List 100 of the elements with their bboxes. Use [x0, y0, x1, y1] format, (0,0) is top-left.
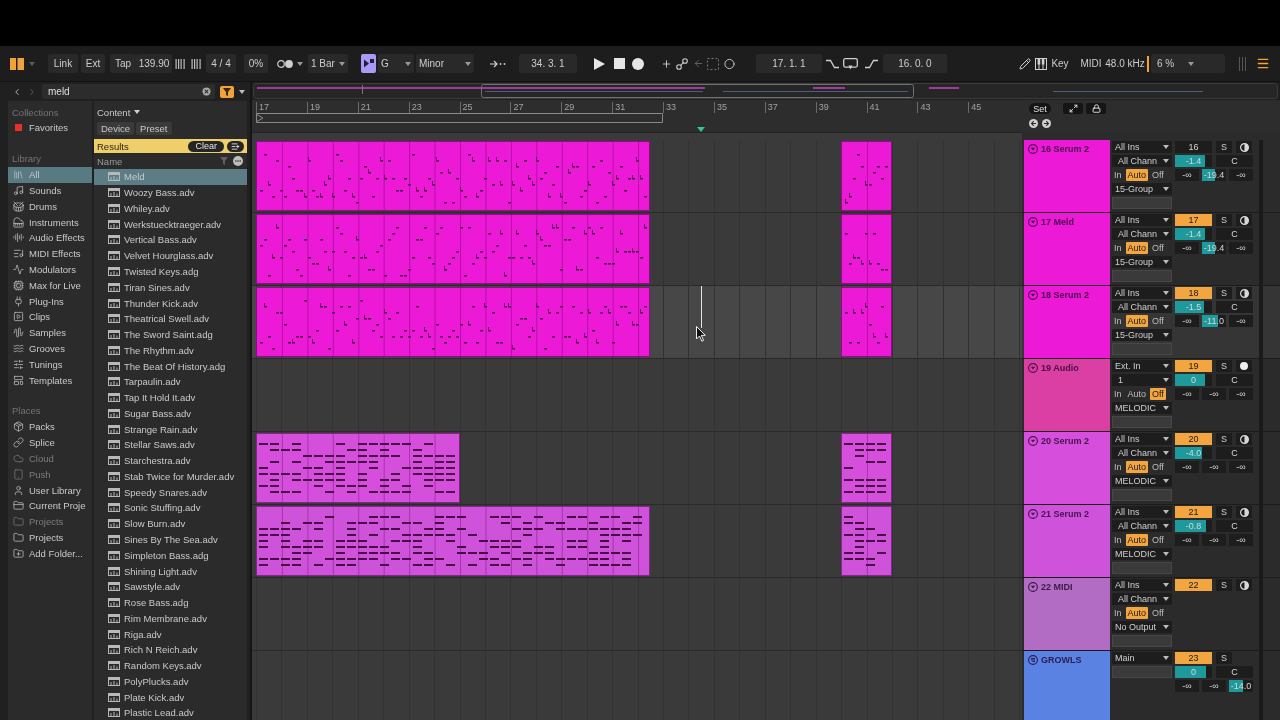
output-channel-field[interactable]: [1112, 666, 1172, 678]
monitor-button[interactable]: Auto: [1125, 461, 1149, 473]
send-slider[interactable]: -∞: [1175, 169, 1199, 181]
monitor-button[interactable]: Auto: [1125, 315, 1149, 327]
output-dropdown[interactable]: MELODIC: [1112, 475, 1172, 487]
expand-button[interactable]: [1063, 103, 1083, 114]
arm-button[interactable]: [1236, 506, 1252, 518]
midi-clip[interactable]: [256, 141, 651, 211]
input-channel-dropdown[interactable]: All Chann: [1112, 155, 1172, 167]
output-dropdown[interactable]: 15-Group: [1112, 329, 1172, 341]
node-link-icon[interactable]: [676, 57, 688, 70]
library-item[interactable]: Plug-Ins: [8, 293, 92, 309]
result-item[interactable]: Vertical Bass.adv: [94, 232, 247, 248]
result-item[interactable]: Werkstuecktraeger.adv: [94, 216, 247, 233]
monitor-button[interactable]: In: [1112, 242, 1124, 254]
monitor-button[interactable]: Auto: [1125, 534, 1149, 546]
output-channel-field[interactable]: [1112, 270, 1172, 282]
filter-button[interactable]: [220, 85, 234, 98]
output-dropdown[interactable]: Main: [1112, 652, 1172, 664]
monitor-button[interactable]: Auto: [1125, 242, 1149, 254]
library-item[interactable]: Drums: [8, 198, 92, 215]
track-header[interactable]: GROWLS: [1024, 651, 1110, 720]
scroll-right-button[interactable]: [1042, 119, 1051, 128]
send-slider[interactable]: -∞: [1229, 388, 1253, 400]
midi-clip[interactable]: [256, 433, 460, 503]
result-item[interactable]: Sonic Stuffing.adv: [94, 500, 247, 516]
midi-map-button[interactable]: MIDI: [1079, 54, 1103, 73]
pencil-icon[interactable]: [1019, 57, 1031, 70]
solo-button[interactable]: S: [1216, 652, 1232, 664]
midi-clip[interactable]: [256, 287, 651, 357]
send-slider[interactable]: -∞: [1175, 388, 1199, 400]
punch-out-icon[interactable]: [865, 58, 878, 69]
send-slider[interactable]: -∞: [1202, 388, 1226, 400]
result-item[interactable]: Starchestra.adv: [94, 452, 247, 469]
solo-button[interactable]: S: [1216, 506, 1232, 518]
pan-control[interactable]: C: [1216, 155, 1253, 167]
place-item[interactable]: Projects: [8, 529, 92, 546]
result-item[interactable]: Simpleton Bass.adg: [94, 547, 247, 564]
monitor-button[interactable]: Auto: [1125, 388, 1149, 400]
input-channel-dropdown[interactable]: All Chann: [1112, 520, 1172, 532]
clear-button[interactable]: Clear: [188, 140, 224, 152]
input-channel-dropdown[interactable]: All Chann: [1112, 301, 1172, 313]
fold-icon[interactable]: [1028, 363, 1038, 373]
library-item[interactable]: MIDI Effects: [8, 245, 92, 262]
send-slider[interactable]: -∞: [1175, 461, 1199, 473]
send-slider[interactable]: -∞: [1202, 680, 1226, 692]
output-channel-field[interactable]: [1112, 562, 1172, 574]
track-header[interactable]: 22 MIDI: [1024, 578, 1110, 650]
result-item[interactable]: Rich N Reich.adv: [94, 641, 247, 658]
name-column-header[interactable]: Name: [97, 155, 215, 167]
result-item[interactable]: Rose Bass.adg: [94, 594, 247, 611]
filter-tag[interactable]: Preset: [136, 121, 172, 135]
send-slider[interactable]: -∞: [1229, 461, 1253, 473]
more-icon[interactable]: [233, 156, 243, 166]
fold-icon[interactable]: [1028, 582, 1038, 592]
search-field[interactable]: meld: [42, 84, 215, 99]
send-slider[interactable]: -∞: [1229, 242, 1253, 254]
scroll-left-button[interactable]: [1029, 119, 1038, 128]
track-activator-button[interactable]: 23: [1175, 652, 1212, 664]
result-item[interactable]: The Sword Saint.adg: [94, 326, 247, 343]
place-item[interactable]: User Library: [8, 482, 92, 498]
ext-button[interactable]: Ext: [81, 54, 105, 73]
set-button[interactable]: Set: [1029, 103, 1051, 114]
piano-keys-icon[interactable]: [1035, 57, 1047, 70]
time-ruler[interactable]: 17 19 21 23 25 27 29 31 33 35 37 39 41 43 45: [252, 100, 1022, 133]
nudge-bars-icon[interactable]: [191, 58, 201, 69]
input-channel-dropdown[interactable]: All Chann: [1112, 228, 1172, 240]
result-item[interactable]: Tiran Sines.adv: [94, 279, 247, 296]
result-item[interactable]: Stab Twice for Murder.adv: [94, 468, 247, 485]
grip-icon[interactable]: [1239, 56, 1246, 71]
solo-button[interactable]: S: [1216, 214, 1232, 226]
scale-mode-button[interactable]: [361, 54, 376, 73]
monitor-button[interactable]: In: [1112, 315, 1124, 327]
result-item[interactable]: Plate Kick.adv: [94, 689, 247, 706]
pan-control[interactable]: C: [1216, 520, 1253, 532]
monitor-button[interactable]: Off: [1150, 169, 1166, 181]
link-button[interactable]: Link: [48, 54, 78, 73]
output-channel-field[interactable]: [1112, 635, 1172, 647]
arm-button[interactable]: [1236, 579, 1252, 591]
result-item[interactable]: Rim Membrane.adv: [94, 610, 247, 627]
solo-button[interactable]: S: [1216, 360, 1232, 372]
fold-icon[interactable]: [1028, 436, 1038, 446]
track-header[interactable]: 17 Meld: [1024, 213, 1110, 285]
result-item[interactable]: Riga.adv: [94, 626, 247, 642]
arm-button[interactable]: [1236, 433, 1252, 445]
solo-button[interactable]: S: [1216, 579, 1232, 591]
output-dropdown[interactable]: MELODIC: [1112, 402, 1172, 414]
input-type-dropdown[interactable]: All Ins: [1112, 433, 1172, 445]
root-note-dropdown[interactable]: G: [378, 54, 414, 73]
play-icon[interactable]: [594, 57, 605, 70]
track-activator-button[interactable]: 19: [1175, 360, 1212, 372]
pan-control[interactable]: C: [1216, 301, 1253, 313]
chevron-left-icon[interactable]: [12, 86, 22, 97]
send-slider[interactable]: -∞: [1175, 680, 1199, 692]
solo-button[interactable]: S: [1216, 287, 1232, 299]
monitor-button[interactable]: In: [1112, 388, 1124, 400]
input-type-dropdown[interactable]: Ext. In: [1112, 360, 1172, 372]
place-item[interactable]: Current Proje: [8, 497, 92, 514]
output-channel-field[interactable]: [1112, 489, 1172, 501]
input-type-dropdown[interactable]: All Ins: [1112, 141, 1172, 153]
